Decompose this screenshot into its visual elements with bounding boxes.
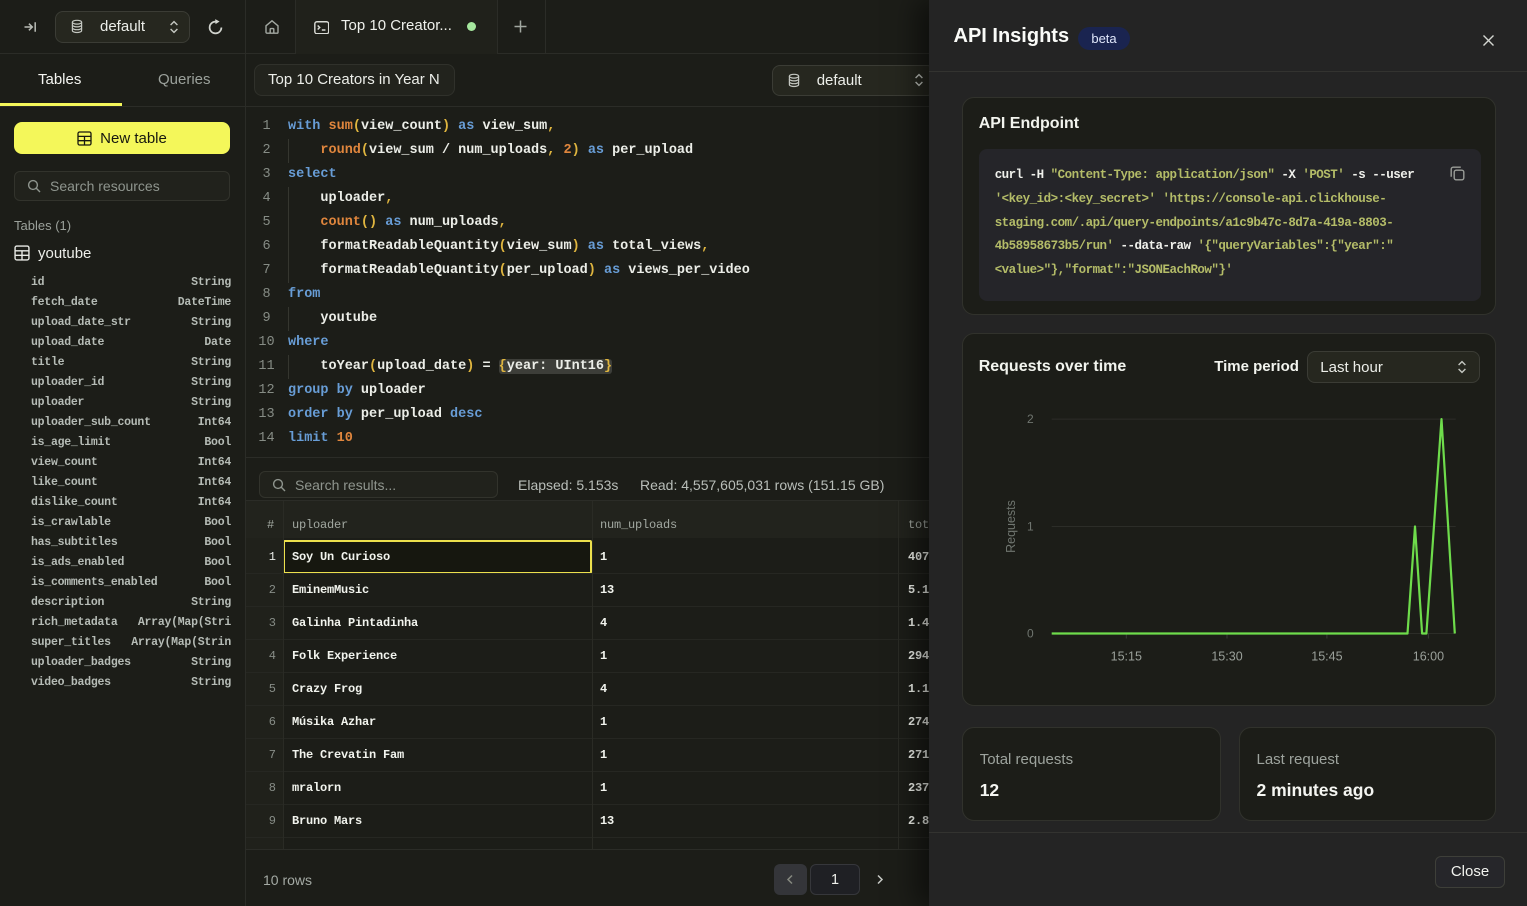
svg-text:15:30: 15:30 xyxy=(1211,650,1242,664)
svg-text:15:15: 15:15 xyxy=(1110,650,1141,664)
svg-text:0: 0 xyxy=(1027,627,1034,641)
svg-text:2: 2 xyxy=(1027,412,1034,426)
svg-text:15:45: 15:45 xyxy=(1311,650,1342,664)
svg-text:Requests: Requests xyxy=(1004,500,1018,553)
svg-text:16:00: 16:00 xyxy=(1412,650,1443,664)
svg-text:1: 1 xyxy=(1027,520,1034,534)
